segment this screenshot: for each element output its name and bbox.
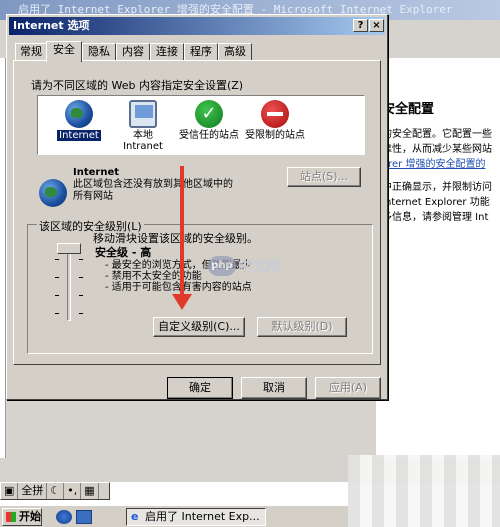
tab-connections[interactable]: 连接: [150, 43, 184, 61]
security-slider-track[interactable]: [67, 247, 71, 321]
taskbar-item-ie[interactable]: 启用了 Internet Exp...: [126, 508, 266, 526]
dialog-title: Internet 选项: [13, 19, 90, 32]
zone-label: 本地 Intranet: [123, 130, 163, 152]
zone-list: Internet 本地 Intranet ✓ 受信任的站点 受限制的站点: [37, 95, 365, 155]
pixelated-region: [348, 455, 500, 527]
help-button[interactable]: ?: [353, 19, 368, 32]
page-line: 靠性，从而减少某些网站: [382, 144, 492, 155]
ime-moon-icon[interactable]: ☾: [47, 483, 65, 499]
cancel-button[interactable]: 取消: [241, 377, 307, 399]
page-line: Internet Explorer 功能: [382, 197, 490, 208]
slider-tick: [79, 295, 83, 296]
watermark-text: 中文网: [238, 259, 280, 275]
tab-content[interactable]: 内容: [116, 43, 150, 61]
zone-label: 受限制的站点: [245, 130, 305, 141]
page-line: 中正确显示，并限制访问: [382, 182, 492, 193]
background-page-content: 安全配置 的安全配置。它配置一些 靠性，从而减少某些网站 orer 增强的安全配…: [376, 58, 500, 458]
tab-privacy[interactable]: 隐私: [82, 43, 116, 61]
start-button[interactable]: 开始: [2, 508, 42, 526]
page-line: 的安全配置。它配置一些: [382, 129, 492, 140]
apply-button[interactable]: 应用(A): [315, 377, 381, 399]
annotation-arrow-shaft: [180, 166, 184, 296]
zone-info-description: 此区域包含还没有放到其他区域中的所有网站: [73, 179, 233, 202]
zone-label: Internet: [57, 130, 101, 141]
annotation-arrow-head: [172, 294, 192, 310]
dialog-titlebar[interactable]: Internet 选项 ? ×: [9, 17, 385, 35]
desktop-quicklaunch-icon[interactable]: [76, 510, 92, 524]
slider-tick: [55, 295, 59, 296]
internet-options-dialog: Internet 选项 ? × 常规 安全 隐私 内容 连接 程序 高级 请为不…: [6, 14, 388, 400]
ok-button[interactable]: 确定: [167, 377, 233, 399]
no-entry-icon: [261, 100, 289, 128]
checkmark-icon: ✓: [195, 100, 223, 128]
slider-tick: [55, 259, 59, 260]
security-level-title: 安全级 - 高: [95, 246, 152, 259]
slider-tick: [79, 259, 83, 260]
globe-icon: [65, 100, 93, 128]
ime-keyboard-icon[interactable]: ▦: [81, 483, 99, 499]
taskbar: 开始 启用了 Internet Exp...: [0, 505, 348, 527]
ime-toolbar: ▣ 全拼 ☾ •, ▦: [0, 482, 110, 500]
slider-tick: [55, 277, 59, 278]
zones-prompt: 请为不同区域的 Web 内容指定安全设置(Z): [31, 79, 244, 92]
slider-tick: [55, 313, 59, 314]
zone-local-intranet[interactable]: 本地 Intranet: [110, 98, 176, 152]
ime-punctuation-icon[interactable]: •,: [64, 483, 82, 499]
globe-icon: [39, 179, 67, 207]
security-level-item: - 适用于可能包含有害内容的站点: [105, 282, 252, 293]
zone-info-title: Internet: [73, 167, 120, 178]
default-level-button[interactable]: 默认级别(D): [257, 317, 347, 337]
zone-trusted-sites[interactable]: ✓ 受信任的站点: [176, 98, 242, 141]
tab-advanced[interactable]: 高级: [218, 43, 252, 61]
zone-label: 受信任的站点: [179, 130, 239, 141]
slider-tick: [79, 277, 83, 278]
tab-security[interactable]: 安全: [46, 41, 82, 62]
tab-programs[interactable]: 程序: [184, 43, 218, 61]
ime-mode-icon[interactable]: ▣: [1, 483, 19, 499]
custom-level-button[interactable]: 自定义级别(C)...: [153, 317, 245, 337]
slider-tick: [79, 313, 83, 314]
page-link[interactable]: orer 增强的安全配置的: [376, 157, 500, 172]
tab-general[interactable]: 常规: [15, 43, 47, 61]
close-button[interactable]: ×: [369, 19, 384, 32]
ime-input-mode[interactable]: 全拼: [18, 483, 48, 499]
ie-quicklaunch-icon[interactable]: [56, 510, 72, 524]
watermark-badge: php: [208, 256, 236, 276]
security-level-item: - 禁用不太安全的功能: [105, 271, 202, 282]
computer-icon: [129, 100, 157, 128]
security-slider-thumb[interactable]: [57, 243, 81, 254]
page-heading: 安全配置: [382, 102, 435, 117]
sites-button[interactable]: 站点(S)...: [287, 167, 361, 187]
page-line: 多信息，请参阅管理 Int: [382, 212, 489, 223]
zone-restricted-sites[interactable]: 受限制的站点: [242, 98, 308, 141]
zone-internet[interactable]: Internet: [46, 98, 112, 141]
